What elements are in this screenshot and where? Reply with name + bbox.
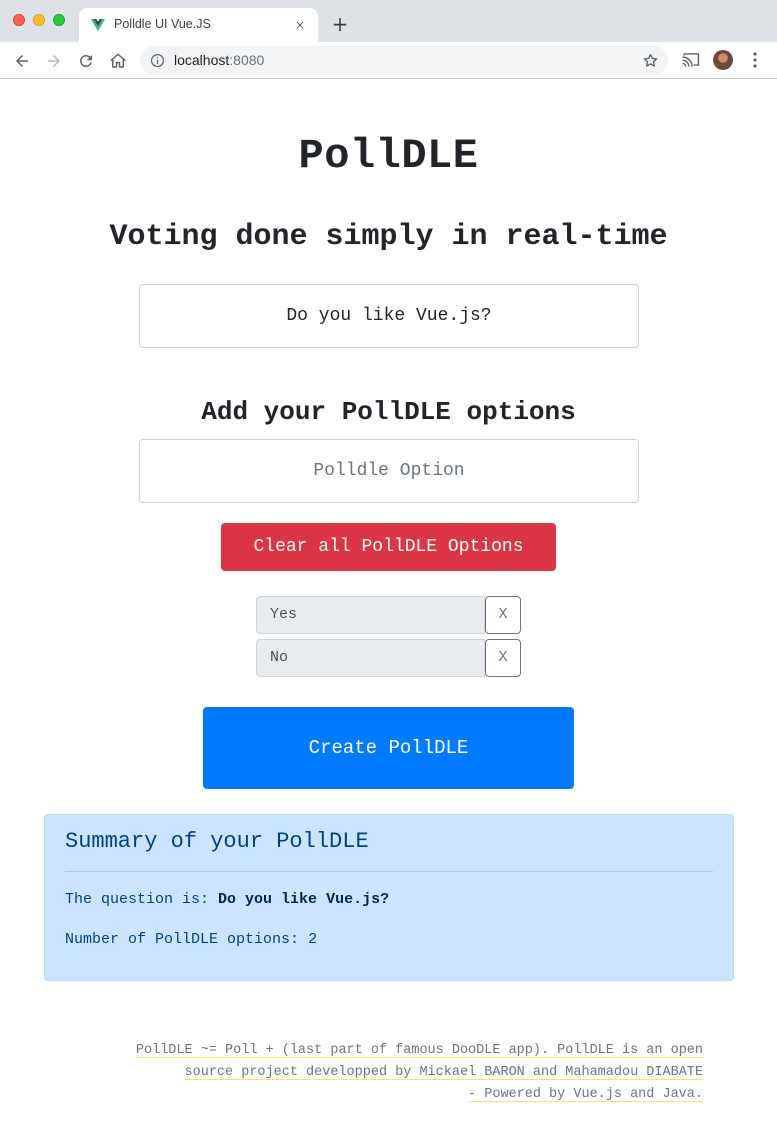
option-item: No X — [256, 639, 521, 677]
url-host: localhost — [174, 52, 230, 68]
browser-tab[interactable]: Polldle UI Vue.JS × — [79, 8, 318, 42]
summary-question-value: Do you like Vue.js? — [218, 891, 390, 908]
clear-options-button[interactable]: Clear all PollDLE Options — [221, 523, 556, 571]
footer-line: - Powered by Vue.js and Java. — [468, 1087, 703, 1102]
question-input[interactable] — [139, 284, 639, 348]
summary-options-count: Number of PollDLE options: 2 — [65, 931, 317, 948]
tab-title: Polldle UI Vue.JS — [114, 17, 211, 31]
option-label: Yes — [256, 596, 485, 634]
window-maximize-button[interactable] — [53, 14, 65, 26]
vue-favicon-icon — [91, 18, 105, 32]
summary-options-count-value: 2 — [308, 931, 318, 948]
back-arrow-icon[interactable] — [11, 50, 33, 72]
window-close-button[interactable] — [13, 14, 25, 26]
remove-option-button[interactable]: X — [485, 639, 521, 677]
address-bar[interactable]: localhost:8080 — [140, 46, 668, 75]
option-label: No — [256, 639, 485, 677]
star-icon[interactable] — [642, 52, 659, 69]
new-tab-button[interactable]: + — [330, 14, 350, 34]
kebab-menu-icon[interactable] — [752, 52, 758, 68]
home-icon[interactable] — [107, 50, 129, 72]
browser-tab-bar: Polldle UI Vue.JS × + — [0, 0, 777, 42]
footer-line: PollDLE ~= Poll + (last part of famous D… — [135, 1043, 703, 1058]
option-input[interactable] — [139, 439, 639, 503]
summary-title: Summary of your PollDLE — [65, 829, 369, 854]
page-subtitle: Voting done simply in real-time — [109, 220, 668, 254]
url-text[interactable]: localhost:8080 — [174, 52, 264, 68]
summary-question: The question is: Do you like Vue.js? — [65, 891, 389, 908]
window-minimize-button[interactable] — [33, 14, 45, 26]
summary-options-count-label: Number of PollDLE options: — [65, 931, 300, 948]
summary-question-prefix: The question is: — [65, 891, 210, 908]
footer-line: source project developped by Mickael BAR… — [184, 1065, 703, 1080]
url-port: :8080 — [229, 52, 265, 68]
cast-icon[interactable] — [681, 51, 700, 68]
create-polldle-button[interactable]: Create PollDLE — [203, 707, 574, 789]
tab-close-icon[interactable]: × — [292, 17, 308, 33]
avatar[interactable] — [713, 50, 733, 70]
options-heading: Add your PollDLE options — [201, 397, 576, 427]
browser-toolbar: localhost:8080 — [0, 42, 777, 79]
page-title: PollDLE — [298, 132, 479, 180]
summary-panel: Summary of your PollDLE The question is:… — [44, 814, 734, 981]
footer: PollDLE ~= Poll + (last part of famous D… — [60, 1040, 703, 1106]
forward-arrow-icon[interactable] — [43, 50, 65, 72]
summary-divider — [65, 871, 713, 872]
remove-option-button[interactable]: X — [485, 596, 521, 634]
option-item: Yes X — [256, 596, 521, 634]
info-icon[interactable] — [150, 53, 165, 68]
reload-icon[interactable] — [75, 50, 97, 72]
